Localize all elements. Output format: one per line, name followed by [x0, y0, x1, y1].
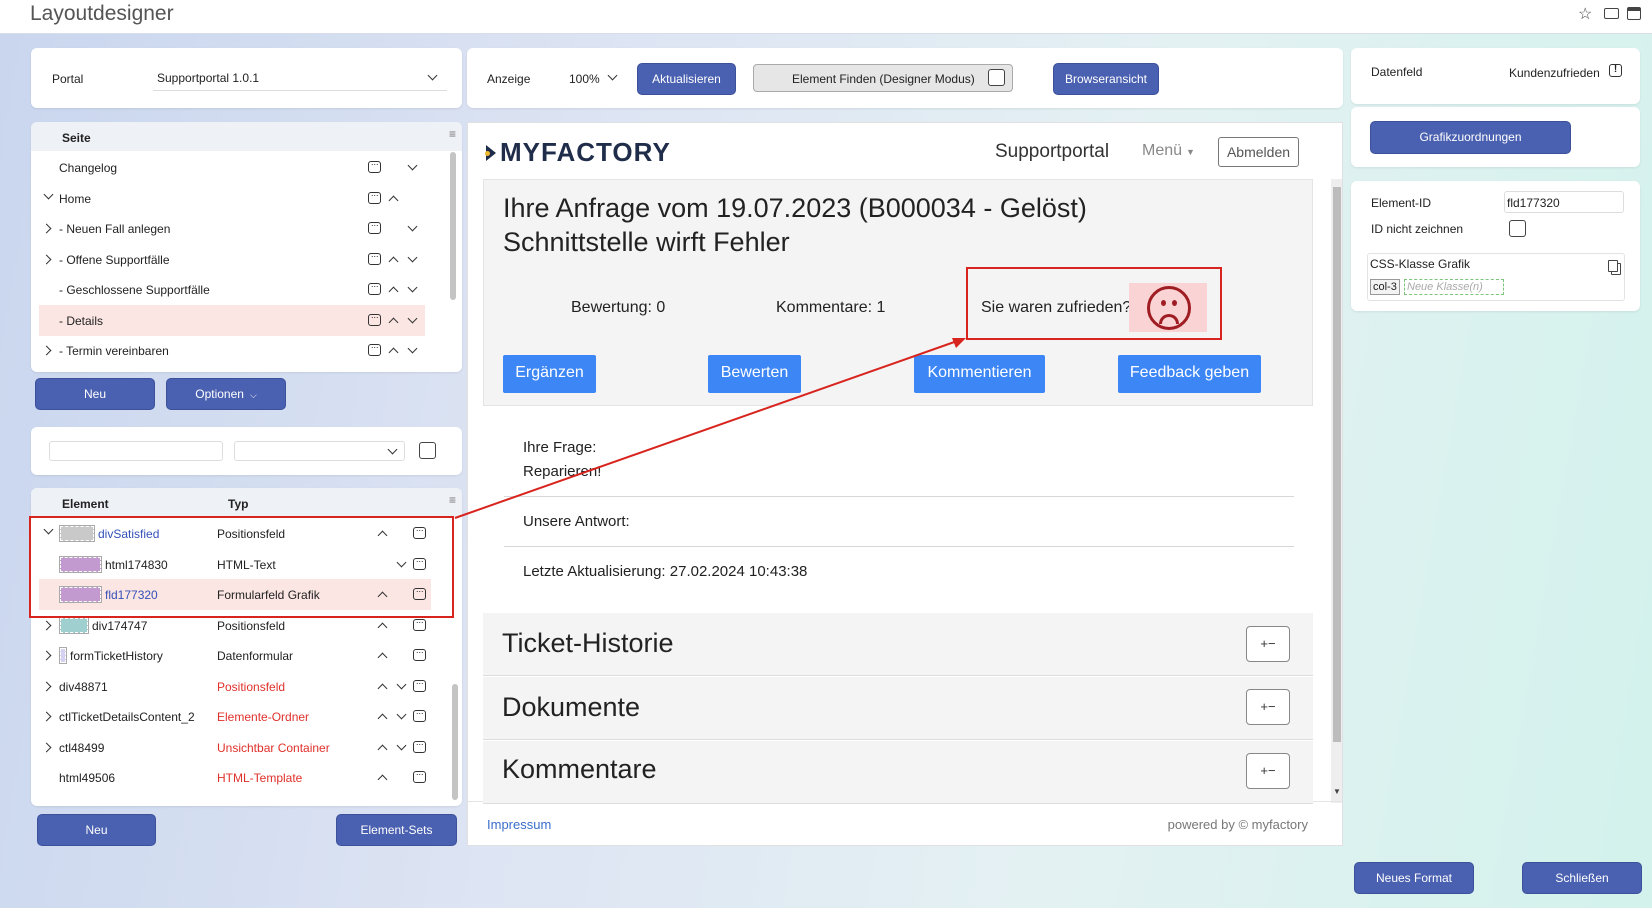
highlight-arrow — [454, 338, 966, 519]
